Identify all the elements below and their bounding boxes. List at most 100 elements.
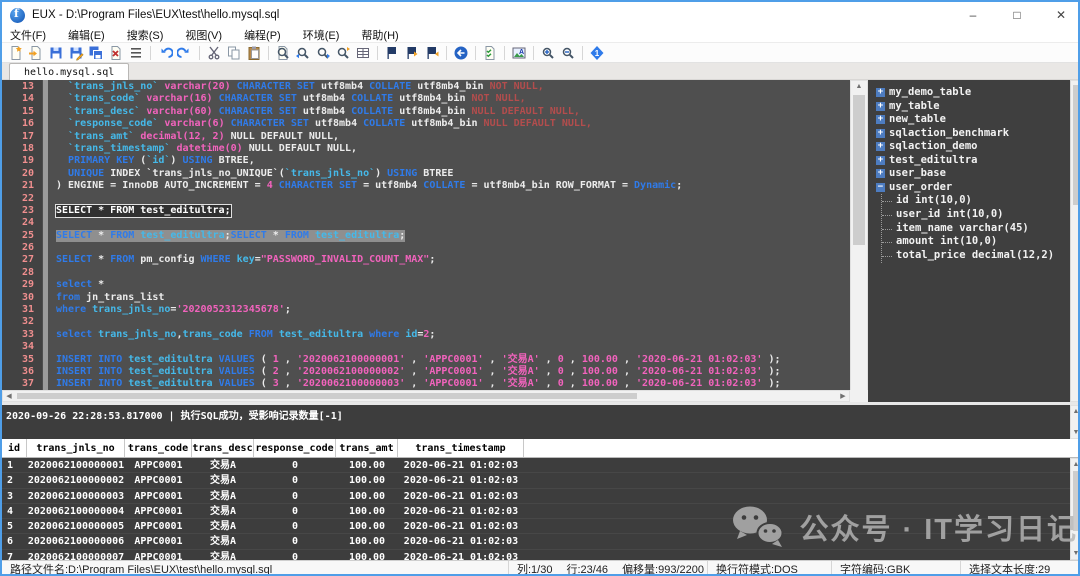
editor-line-37[interactable]: 37INSERT INTO test_editultra VALUES ( 3 …: [2, 378, 850, 390]
next-bookmark-button[interactable]: [423, 44, 441, 62]
editor-line-29[interactable]: 29select *: [2, 279, 850, 291]
column-header-response_code[interactable]: response_code: [254, 439, 336, 457]
tab-hello-mysql-sql[interactable]: hello.mysql.sql: [9, 63, 129, 81]
previous-bookmark-button[interactable]: [403, 44, 421, 62]
zoom-out-button[interactable]: [559, 44, 577, 62]
find-previous-button[interactable]: [294, 44, 312, 62]
tree-item-user_order[interactable]: −user_order: [876, 181, 1080, 195]
column-header-trans_jnls_no[interactable]: trans_jnls_no: [27, 439, 125, 457]
menu-item-1[interactable]: 编辑(E): [68, 27, 105, 43]
expand-icon[interactable]: +: [876, 129, 885, 138]
redo-button[interactable]: [176, 44, 194, 62]
editor-vertical-scrollbar[interactable]: ▲ ▼: [850, 80, 868, 402]
cut-button[interactable]: [205, 44, 223, 62]
editor-line-25[interactable]: 25SELECT * FROM test_editultra;SELECT * …: [2, 230, 850, 242]
editor-line-23[interactable]: 23SELECT * FROM test_editultra;: [2, 205, 850, 217]
menu-item-5[interactable]: 环境(E): [303, 27, 340, 43]
editor-line-31[interactable]: 31where trans_jnls_no='2020052312345678'…: [2, 304, 850, 316]
tree-item-new_table[interactable]: +new_table: [876, 113, 1080, 127]
editor-line-28[interactable]: 28: [2, 267, 850, 279]
code-editor[interactable]: 13 `trans_jnls_no` varchar(20) CHARACTER…: [2, 80, 850, 390]
tree-column-item[interactable]: amount int(10,0): [882, 235, 1080, 249]
menu-item-4[interactable]: 编程(P): [244, 27, 281, 43]
expand-icon[interactable]: +: [876, 156, 885, 165]
tree-item-my_demo_table[interactable]: +my_demo_table: [876, 86, 1080, 100]
about-button[interactable]: 1: [588, 44, 606, 62]
find-button[interactable]: [274, 44, 292, 62]
line-list-button[interactable]: [127, 44, 145, 62]
grid-vertical-scrollbar[interactable]: ▲ ▼: [1070, 458, 1078, 560]
editor-line-17[interactable]: 17 `trans_amt` decimal(12, 2) NULL DEFAU…: [2, 131, 850, 143]
editor-line-30[interactable]: 30from jn_trans_list: [2, 292, 850, 304]
paste-button[interactable]: [245, 44, 263, 62]
save-all-button[interactable]: [87, 44, 105, 62]
table-row[interactable]: 32020062100000003APPC0001交易A0100.002020-…: [2, 489, 1078, 504]
close-button[interactable]: ✕: [1052, 8, 1070, 22]
minimize-button[interactable]: –: [964, 8, 982, 22]
table-row[interactable]: 52020062100000005APPC0001交易A0100.002020-…: [2, 519, 1078, 534]
editor-line-22[interactable]: 22: [2, 193, 850, 205]
editor-line-21[interactable]: 21) ENGINE = InnoDB AUTO_INCREMENT = 4 C…: [2, 180, 850, 192]
undo-button[interactable]: [156, 44, 174, 62]
table-row[interactable]: 22020062100000002APPC0001交易A0100.002020-…: [2, 473, 1078, 488]
editor-line-20[interactable]: 20 UNIQUE INDEX `trans_jnls_no_UNIQUE`(`…: [2, 168, 850, 180]
editor-line-15[interactable]: 15 `trans_desc` varchar(60) CHARACTER SE…: [2, 106, 850, 118]
column-header-trans_desc[interactable]: trans_desc: [192, 439, 254, 457]
editor-line-27[interactable]: 27SELECT * FROM pm_config WHERE key="PAS…: [2, 254, 850, 266]
new-file-button[interactable]: [7, 44, 25, 62]
column-header-trans_code[interactable]: trans_code: [125, 439, 192, 457]
tree-column-item[interactable]: item_name varchar(45): [882, 222, 1080, 236]
editor-line-24[interactable]: 24: [2, 217, 850, 229]
table-row[interactable]: 72020062100000007APPC0001交易A0100.002020-…: [2, 550, 1078, 560]
editor-line-19[interactable]: 19 PRIMARY KEY (`id`) USING BTREE,: [2, 155, 850, 167]
editor-line-32[interactable]: 32: [2, 316, 850, 328]
log-vertical-scrollbar[interactable]: ▲ ▼: [1070, 405, 1080, 439]
editor-horizontal-scrollbar[interactable]: ◀ ▶: [2, 390, 850, 402]
copy-button[interactable]: [225, 44, 243, 62]
editor-line-26[interactable]: 26: [2, 242, 850, 254]
expand-icon[interactable]: +: [876, 169, 885, 178]
editor-line-14[interactable]: 14 `trans_code` varchar(16) CHARACTER SE…: [2, 93, 850, 105]
find-next-button[interactable]: [314, 44, 332, 62]
open-file-button[interactable]: [27, 44, 45, 62]
expand-icon[interactable]: +: [876, 88, 885, 97]
column-header-id[interactable]: id: [2, 439, 27, 457]
table-row[interactable]: 12020062100000001APPC0001交易A0100.002020-…: [2, 458, 1078, 473]
editor-line-13[interactable]: 13 `trans_jnls_no` varchar(20) CHARACTER…: [2, 81, 850, 93]
tree-column-item[interactable]: total_price decimal(12,2): [882, 249, 1080, 263]
editor-line-36[interactable]: 36INSERT INTO test_editultra VALUES ( 2 …: [2, 366, 850, 378]
bookmark-button[interactable]: [383, 44, 401, 62]
table-row[interactable]: 42020062100000004APPC0001交易A0100.002020-…: [2, 504, 1078, 519]
expand-icon[interactable]: +: [876, 102, 885, 111]
editor-line-34[interactable]: 34: [2, 341, 850, 353]
syntax-image-button[interactable]: A: [510, 44, 528, 62]
menu-item-3[interactable]: 视图(V): [185, 27, 222, 43]
tree-item-test_editultra[interactable]: +test_editultra: [876, 154, 1080, 168]
menu-item-0[interactable]: 文件(F): [10, 27, 46, 43]
tree-column-item[interactable]: user_id int(10,0): [882, 208, 1080, 222]
tree-item-sqlaction_demo[interactable]: +sqlaction_demo: [876, 140, 1080, 154]
script-check-button[interactable]: [481, 44, 499, 62]
save-as-button[interactable]: [67, 44, 85, 62]
replace-button[interactable]: [334, 44, 352, 62]
menu-item-6[interactable]: 帮助(H): [361, 27, 398, 43]
column-header-trans_timestamp[interactable]: trans_timestamp: [398, 439, 524, 457]
editor-line-33[interactable]: 33select trans_jnls_no,trans_code FROM t…: [2, 329, 850, 341]
maximize-button[interactable]: □: [1008, 8, 1026, 22]
editor-line-18[interactable]: 18 `trans_timestamp` datetime(0) NULL DE…: [2, 143, 850, 155]
tree-column-item[interactable]: id int(10,0): [882, 194, 1080, 208]
zoom-in-button[interactable]: [539, 44, 557, 62]
save-button[interactable]: [47, 44, 65, 62]
close-file-button[interactable]: [107, 44, 125, 62]
expand-icon[interactable]: +: [876, 115, 885, 124]
collapse-icon[interactable]: −: [876, 183, 885, 192]
navigate-back-button[interactable]: [452, 44, 470, 62]
editor-line-35[interactable]: 35INSERT INTO test_editultra VALUES ( 1 …: [2, 354, 850, 366]
editor-line-16[interactable]: 16 `response_code` varchar(6) CHARACTER …: [2, 118, 850, 130]
column-header-trans_amt[interactable]: trans_amt: [336, 439, 398, 457]
menu-item-2[interactable]: 搜索(S): [127, 27, 164, 43]
tree-item-user_base[interactable]: +user_base: [876, 167, 1080, 181]
tree-item-my_table[interactable]: +my_table: [876, 100, 1080, 114]
tree-item-sqlaction_benchmark[interactable]: +sqlaction_benchmark: [876, 127, 1080, 141]
table-row[interactable]: 62020062100000006APPC0001交易A0100.002020-…: [2, 534, 1078, 549]
